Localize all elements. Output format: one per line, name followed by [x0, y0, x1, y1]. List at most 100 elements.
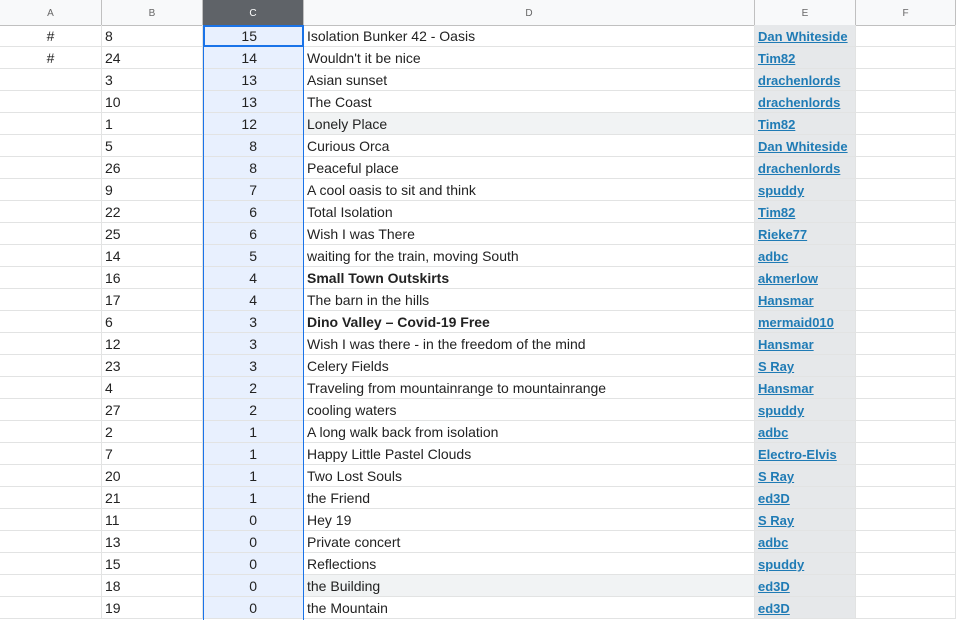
- cell-a[interactable]: #: [0, 47, 102, 69]
- cell-a[interactable]: [0, 333, 102, 355]
- cell-c[interactable]: 0: [203, 553, 304, 575]
- cell-a[interactable]: [0, 531, 102, 553]
- author-link[interactable]: S Ray: [758, 469, 794, 484]
- cell-f[interactable]: [856, 575, 956, 597]
- cell-c[interactable]: 15: [203, 25, 304, 47]
- cell-f[interactable]: [856, 245, 956, 267]
- cell-f[interactable]: [856, 179, 956, 201]
- cell-a[interactable]: [0, 399, 102, 421]
- cell-a[interactable]: [0, 157, 102, 179]
- cell-a[interactable]: [0, 465, 102, 487]
- cell-b[interactable]: 9: [102, 179, 203, 201]
- cell-b[interactable]: 3: [102, 69, 203, 91]
- cell-e[interactable]: spuddy: [755, 179, 856, 201]
- cell-a[interactable]: [0, 443, 102, 465]
- cell-d[interactable]: Isolation Bunker 42 - Oasis: [304, 25, 755, 47]
- cell-c[interactable]: 5: [203, 245, 304, 267]
- cell-f[interactable]: [856, 377, 956, 399]
- cell-f[interactable]: [856, 531, 956, 553]
- column-header-b[interactable]: B: [102, 0, 203, 25]
- cell-d[interactable]: Wish I was There: [304, 223, 755, 245]
- column-header-e[interactable]: E: [755, 0, 856, 25]
- cell-b[interactable]: 10: [102, 91, 203, 113]
- cell-a[interactable]: [0, 179, 102, 201]
- cell-e[interactable]: akmerlow: [755, 267, 856, 289]
- cell-a[interactable]: [0, 135, 102, 157]
- cell-d[interactable]: Wouldn't it be nice: [304, 47, 755, 69]
- cell-f[interactable]: [856, 333, 956, 355]
- cell-b[interactable]: 27: [102, 399, 203, 421]
- author-link[interactable]: spuddy: [758, 183, 804, 198]
- cell-c[interactable]: 0: [203, 575, 304, 597]
- cell-a[interactable]: #: [0, 25, 102, 47]
- cell-c[interactable]: 0: [203, 531, 304, 553]
- cell-c[interactable]: 8: [203, 157, 304, 179]
- cell-d[interactable]: Reflections: [304, 553, 755, 575]
- cell-a[interactable]: [0, 597, 102, 619]
- cell-d[interactable]: Dino Valley – Covid-19 Free: [304, 311, 755, 333]
- cell-d[interactable]: Total Isolation: [304, 201, 755, 223]
- cell-a[interactable]: [0, 355, 102, 377]
- cell-b[interactable]: 25: [102, 223, 203, 245]
- cell-d[interactable]: Traveling from mountainrange to mountain…: [304, 377, 755, 399]
- cell-f[interactable]: [856, 289, 956, 311]
- cell-b[interactable]: 1: [102, 113, 203, 135]
- cell-f[interactable]: [856, 311, 956, 333]
- cell-d[interactable]: The barn in the hills: [304, 289, 755, 311]
- cell-e[interactable]: Tim82: [755, 201, 856, 223]
- cell-e[interactable]: drachenlords: [755, 91, 856, 113]
- cell-e[interactable]: Rieke77: [755, 223, 856, 245]
- cell-c[interactable]: 12: [203, 113, 304, 135]
- cell-b[interactable]: 12: [102, 333, 203, 355]
- cell-f[interactable]: [856, 487, 956, 509]
- cell-c[interactable]: 3: [203, 355, 304, 377]
- cell-d[interactable]: Happy Little Pastel Clouds: [304, 443, 755, 465]
- cell-a[interactable]: [0, 113, 102, 135]
- cell-b[interactable]: 6: [102, 311, 203, 333]
- cell-d[interactable]: the Friend: [304, 487, 755, 509]
- author-link[interactable]: adbc: [758, 249, 788, 264]
- cell-b[interactable]: 11: [102, 509, 203, 531]
- cell-c[interactable]: 13: [203, 69, 304, 91]
- cell-e[interactable]: ed3D: [755, 575, 856, 597]
- author-link[interactable]: Hansmar: [758, 293, 814, 308]
- cell-e[interactable]: drachenlords: [755, 69, 856, 91]
- cell-b[interactable]: 14: [102, 245, 203, 267]
- cell-a[interactable]: [0, 377, 102, 399]
- author-link[interactable]: Tim82: [758, 51, 795, 66]
- cell-a[interactable]: [0, 201, 102, 223]
- cell-c[interactable]: 3: [203, 311, 304, 333]
- cell-a[interactable]: [0, 509, 102, 531]
- cell-c[interactable]: 1: [203, 487, 304, 509]
- author-link[interactable]: ed3D: [758, 601, 790, 616]
- cell-c[interactable]: 0: [203, 509, 304, 531]
- cell-d[interactable]: Private concert: [304, 531, 755, 553]
- author-link[interactable]: Hansmar: [758, 381, 814, 396]
- cell-d[interactable]: Small Town Outskirts: [304, 267, 755, 289]
- author-link[interactable]: drachenlords: [758, 73, 840, 88]
- cell-d[interactable]: waiting for the train, moving South: [304, 245, 755, 267]
- cell-b[interactable]: 20: [102, 465, 203, 487]
- column-header-f[interactable]: F: [856, 0, 956, 25]
- cell-b[interactable]: 4: [102, 377, 203, 399]
- cell-f[interactable]: [856, 25, 956, 47]
- author-link[interactable]: spuddy: [758, 557, 804, 572]
- cell-b[interactable]: 5: [102, 135, 203, 157]
- cell-b[interactable]: 26: [102, 157, 203, 179]
- author-link[interactable]: ed3D: [758, 491, 790, 506]
- cell-e[interactable]: Hansmar: [755, 333, 856, 355]
- cell-e[interactable]: spuddy: [755, 399, 856, 421]
- cell-e[interactable]: S Ray: [755, 465, 856, 487]
- author-link[interactable]: drachenlords: [758, 95, 840, 110]
- cell-e[interactable]: adbc: [755, 531, 856, 553]
- cell-f[interactable]: [856, 553, 956, 575]
- cell-b[interactable]: 17: [102, 289, 203, 311]
- cell-e[interactable]: Tim82: [755, 47, 856, 69]
- cell-c[interactable]: 2: [203, 377, 304, 399]
- cell-f[interactable]: [856, 223, 956, 245]
- cell-b[interactable]: 19: [102, 597, 203, 619]
- column-header-a[interactable]: A: [0, 0, 102, 25]
- cell-d[interactable]: Asian sunset: [304, 69, 755, 91]
- cell-c[interactable]: 6: [203, 201, 304, 223]
- cell-f[interactable]: [856, 355, 956, 377]
